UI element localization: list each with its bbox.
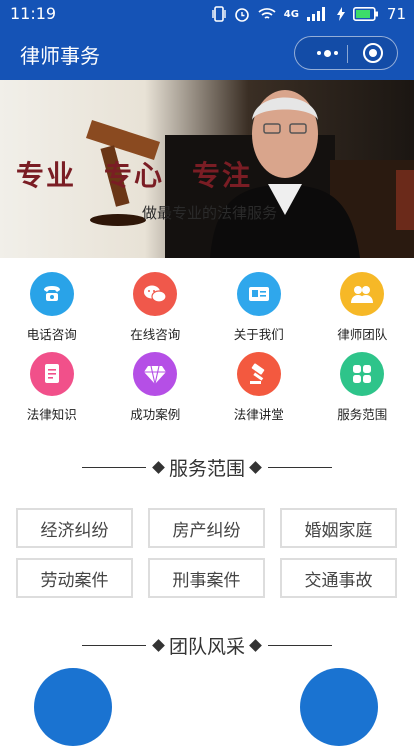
grid-item-label: 成功案例 — [130, 404, 180, 423]
slogan-word: 专注 — [192, 159, 252, 192]
service-tag[interactable]: 房产纠纷 — [148, 508, 265, 548]
grid-item-label: 法律知识 — [27, 404, 77, 423]
chat-icon — [133, 272, 177, 316]
grid-item-label: 法律讲堂 — [234, 404, 284, 423]
divider-line — [82, 467, 146, 468]
section-header-services: 服务范围 — [0, 452, 414, 482]
service-tag[interactable]: 交通事故 — [280, 558, 397, 598]
service-tag[interactable]: 婚姻家庭 — [280, 508, 397, 548]
section-title-text: 服务范围 — [169, 454, 245, 481]
id-card-icon — [237, 272, 281, 316]
charging-icon — [337, 7, 345, 21]
grid-icon — [340, 352, 384, 396]
banner-subtitle: 做最专业的法律服务 — [142, 202, 277, 223]
team-avatar[interactable] — [34, 668, 112, 746]
team-icon — [340, 272, 384, 316]
diamond-icon — [133, 352, 177, 396]
diamond-bullet-icon — [152, 461, 165, 474]
service-tag[interactable]: 刑事案件 — [148, 558, 265, 598]
status-icons: 4G 71 — [212, 5, 406, 23]
grid-item-label: 服务范围 — [337, 404, 387, 423]
battery-icon — [353, 7, 379, 21]
wifi-icon — [258, 7, 276, 21]
grid-item-service-scope[interactable]: 服务范围 — [311, 352, 414, 432]
service-tag-list: 经济纠纷 房产纠纷 婚姻家庭 劳动案件 刑事案件 交通事故 — [16, 508, 398, 598]
banner-slogan: 专业专心专注 — [16, 154, 280, 194]
more-dot-icon — [334, 51, 338, 55]
hero-banner[interactable]: 专业专心专注 做最专业的法律服务 — [0, 80, 414, 258]
diamond-bullet-icon — [249, 639, 262, 652]
gavel-icon — [237, 352, 281, 396]
grid-item-legal-knowledge[interactable]: 法律知识 — [0, 352, 104, 432]
nav-bar: 律师事务 — [0, 28, 414, 80]
service-tag[interactable]: 经济纠纷 — [16, 508, 133, 548]
status-time: 11:19 — [10, 4, 56, 23]
alarm-icon — [234, 6, 250, 22]
feature-grid: 电话咨询 在线咨询 关于我们 律师团队 法律知识 — [0, 272, 414, 432]
diamond-bullet-icon — [249, 461, 262, 474]
more-button[interactable] — [307, 37, 347, 69]
mini-program-capsule — [294, 36, 398, 70]
slogan-word: 专心 — [104, 159, 164, 192]
document-icon — [30, 352, 74, 396]
grid-item-label: 律师团队 — [337, 324, 387, 343]
grid-item-label: 关于我们 — [234, 324, 284, 343]
capsule-divider — [347, 45, 348, 63]
grid-item-about-us[interactable]: 关于我们 — [207, 272, 311, 352]
section-title: 团队风采 — [154, 632, 260, 659]
more-dot-icon — [324, 50, 331, 57]
section-title: 服务范围 — [154, 454, 260, 481]
slogan-word: 专业 — [16, 159, 76, 192]
grid-item-online-consult[interactable]: 在线咨询 — [104, 272, 208, 352]
phone-icon — [30, 272, 74, 316]
section-header-team: 团队风采 — [0, 630, 414, 660]
network-type: 4G — [284, 9, 299, 20]
grid-item-label: 在线咨询 — [130, 324, 180, 343]
section-title-text: 团队风采 — [169, 632, 245, 659]
grid-item-success-cases[interactable]: 成功案例 — [104, 352, 208, 432]
service-tag[interactable]: 劳动案件 — [16, 558, 133, 598]
signal-icon — [307, 7, 329, 21]
divider-line — [82, 645, 146, 646]
close-button[interactable] — [363, 43, 383, 63]
vibrate-icon — [212, 6, 226, 22]
team-avatar-row — [0, 662, 414, 682]
divider-line — [268, 467, 332, 468]
diamond-bullet-icon — [152, 639, 165, 652]
grid-item-legal-lecture[interactable]: 法律讲堂 — [207, 352, 311, 432]
status-bar: 11:19 4G 71 — [0, 0, 414, 28]
grid-item-label: 电话咨询 — [27, 324, 77, 343]
team-avatar[interactable] — [300, 668, 378, 746]
battery-level: 71 — [387, 5, 406, 23]
more-dot-icon — [317, 51, 321, 55]
grid-item-lawyer-team[interactable]: 律师团队 — [311, 272, 414, 352]
grid-item-phone-consult[interactable]: 电话咨询 — [0, 272, 104, 352]
page-title: 律师事务 — [20, 40, 100, 69]
divider-line — [268, 645, 332, 646]
